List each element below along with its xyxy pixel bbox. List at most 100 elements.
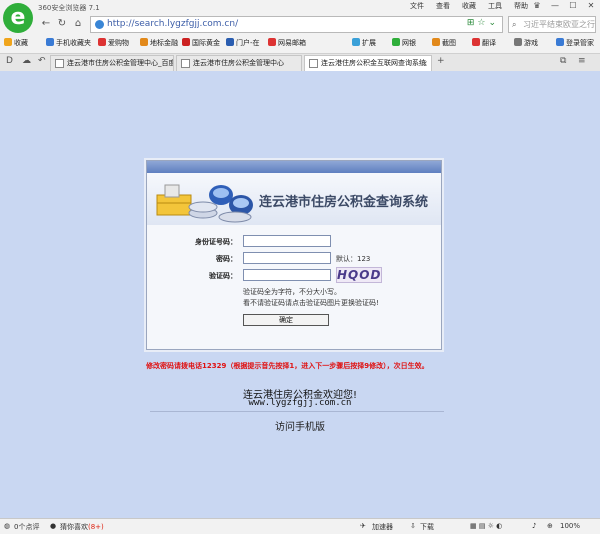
password-label: 密码： <box>216 255 237 263</box>
favorite-item[interactable]: 扩展 <box>352 38 376 48</box>
search-icon: ⌕ <box>512 20 517 29</box>
mobile-version-link[interactable]: 访问手机版 <box>0 418 600 433</box>
id-number-input[interactable] <box>243 235 331 247</box>
phone-icon <box>46 38 54 46</box>
volume-icon[interactable]: ♪ <box>532 522 536 530</box>
page-icon <box>309 59 318 68</box>
back-icon[interactable]: ← <box>38 16 54 32</box>
gold-icon <box>182 38 190 46</box>
window-title: 360安全浏览器 7.1 <box>38 4 100 12</box>
home-icon[interactable]: ⌂ <box>70 16 86 32</box>
tools-icon[interactable]: ▦ ▤ ☼ ◐ <box>470 522 502 530</box>
search-box[interactable]: ⌕ 习近平结束欧亚之行 <box>508 16 596 33</box>
address-tools-icon[interactable]: ⊞☆⌄ <box>467 18 499 28</box>
menu-tools[interactable]: 工具 <box>482 1 508 11</box>
tab-management-center[interactable]: 连云港市住房公积金管理中心 <box>176 55 302 71</box>
tab-title: 连云港市住房公积金管理中心_百度搜 <box>67 59 174 67</box>
favorite-item[interactable]: 登录管家 <box>556 38 594 48</box>
status-bar: ◍ 0个点评 ● 猜你喜欢(8+) ✈ 加速器 ⇩ 下载 ▦ ▤ ☼ ◐ ♪ ⊕… <box>0 518 600 534</box>
login-panel: 连云港市住房公积金查询系统 身份证号码： 密码： 默认：123 验证码： HQO… <box>146 160 442 350</box>
banner: 连云港市住房公积金查询系统 <box>147 173 441 225</box>
mail-icon <box>268 38 276 46</box>
search-placeholder: 习近平结束欧亚之行 <box>523 20 595 29</box>
favorite-item[interactable]: 爱购物 <box>98 38 129 48</box>
browser-logo-icon: e <box>3 3 33 33</box>
favorite-item[interactable]: 门户-在 <box>226 38 260 48</box>
globe-icon <box>95 20 104 29</box>
favorite-item[interactable]: 游戏 <box>514 38 538 48</box>
extension-icon <box>352 38 360 46</box>
refresh-icon[interactable]: ↻ <box>54 16 70 32</box>
restore-tab-icon[interactable]: ↶ <box>38 56 46 66</box>
minimize-button[interactable]: — <box>546 0 564 11</box>
daily-recommend[interactable]: 猜你喜欢(8+) <box>60 522 104 532</box>
favorite-item[interactable]: 截图 <box>432 38 456 48</box>
menu-file[interactable]: 文件 <box>404 1 430 11</box>
captcha-label: 验证码： <box>209 272 237 280</box>
recommend-icon: ● <box>50 522 57 530</box>
bank-icon <box>392 38 400 46</box>
portal-icon <box>226 38 234 46</box>
login-icon <box>556 38 564 46</box>
favorite-item[interactable]: 收藏 <box>4 38 28 48</box>
captcha-hint-2: 看不请验证码请点击验证码图片更换验证码! <box>243 299 379 307</box>
submit-button[interactable]: 确定 <box>243 314 329 326</box>
favorites-bar: 收藏 手机收藏夹 爱购物 地标金融 国际黄金 门户-在 网易邮箱 扩展 网银 截… <box>0 36 600 51</box>
favorite-item[interactable]: 网易邮箱 <box>268 38 306 48</box>
id-number-label: 身份证号码： <box>195 238 237 246</box>
comments-count[interactable]: 0个点评 <box>14 522 39 532</box>
menu-favorites[interactable]: 收藏 <box>456 1 482 11</box>
game-icon <box>514 38 522 46</box>
tab-bar: D ☁ ↶ 连云港市住房公积金管理中心_百度搜 连云港市住房公积金管理中心 连云… <box>0 53 600 71</box>
panel-header-bar <box>147 161 441 173</box>
favorite-item[interactable]: 手机收藏夹 <box>46 38 91 48</box>
window-controls: ♛ — ☐ ✕ <box>528 0 600 11</box>
star-icon <box>4 38 12 46</box>
page-icon <box>55 59 64 68</box>
page-icon <box>181 59 190 68</box>
banner-illustration-icon <box>156 184 253 223</box>
captcha-hint-1: 验证码全为字符，不分大小写。 <box>243 288 341 296</box>
sidebar-toggle-icon[interactable]: D <box>6 56 13 66</box>
skin-icon[interactable]: ♛ <box>528 0 546 11</box>
close-tab-icon[interactable]: × <box>421 56 428 71</box>
tab-title: 连云港市住房公积金管理中心 <box>193 59 284 67</box>
screenshot-icon <box>432 38 440 46</box>
new-tab-icon[interactable]: + <box>437 56 445 66</box>
close-button[interactable]: ✕ <box>582 0 600 11</box>
browser-chrome: e 360安全浏览器 7.1 文件 查看 收藏 工具 帮助 ♛ — ☐ ✕ ← … <box>0 0 600 71</box>
favorite-item[interactable]: 国际黄金 <box>182 38 220 48</box>
login-form: 身份证号码： 密码： 默认：123 验证码： HQOD 验证码全为字符，不分大小… <box>147 225 441 349</box>
zoom-icon[interactable]: ⊕ <box>547 522 553 530</box>
zoom-level[interactable]: 100% <box>560 522 580 530</box>
download-icon: ⇩ <box>410 522 416 530</box>
favorite-item[interactable]: 网银 <box>392 38 416 48</box>
maximize-button[interactable]: ☐ <box>564 0 582 11</box>
comment-icon: ◍ <box>4 522 11 530</box>
tab-title: 连云港住房公积金互联网查询系统 <box>321 59 426 67</box>
finance-icon <box>140 38 148 46</box>
website-url: www.lygzfgjj.com.cn <box>248 398 352 408</box>
cloud-icon[interactable]: ☁ <box>22 56 31 66</box>
favorite-item[interactable]: 地标金融 <box>140 38 178 48</box>
password-hint: 默认：123 <box>336 255 371 263</box>
captcha-image[interactable]: HQOD <box>336 267 382 283</box>
accelerator-icon: ✈ <box>360 522 366 530</box>
cart-icon <box>98 38 106 46</box>
navigation-bar: ← ↻ ⌂ http://search.lygzfgjj.com.cn/ ⊞☆⌄… <box>36 15 600 34</box>
address-url[interactable]: http://search.lygzfgjj.com.cn/ <box>107 18 238 31</box>
menu-bar: 文件 查看 收藏 工具 帮助 <box>404 1 534 11</box>
tab-query-system[interactable]: 连云港住房公积金互联网查询系统 × <box>304 55 432 71</box>
password-change-notice: 修改密码请拨电话12329（根据提示音先按择1，进入下一步骤后按择9修改），次日… <box>146 362 429 370</box>
tab-list-icon[interactable]: ⧉ <box>560 56 566 66</box>
download-button[interactable]: 下载 <box>420 522 434 532</box>
tab-baidu-search[interactable]: 连云港市住房公积金管理中心_百度搜 <box>50 55 174 71</box>
translate-icon <box>472 38 480 46</box>
favorite-item[interactable]: 翻译 <box>472 38 496 48</box>
password-input[interactable] <box>243 252 331 264</box>
tab-menu-icon[interactable]: ≡ <box>578 56 586 66</box>
menu-view[interactable]: 查看 <box>430 1 456 11</box>
captcha-input[interactable] <box>243 269 331 281</box>
address-bar[interactable]: http://search.lygzfgjj.com.cn/ ⊞☆⌄ <box>90 16 503 33</box>
accelerator-button[interactable]: 加速器 <box>372 522 393 532</box>
